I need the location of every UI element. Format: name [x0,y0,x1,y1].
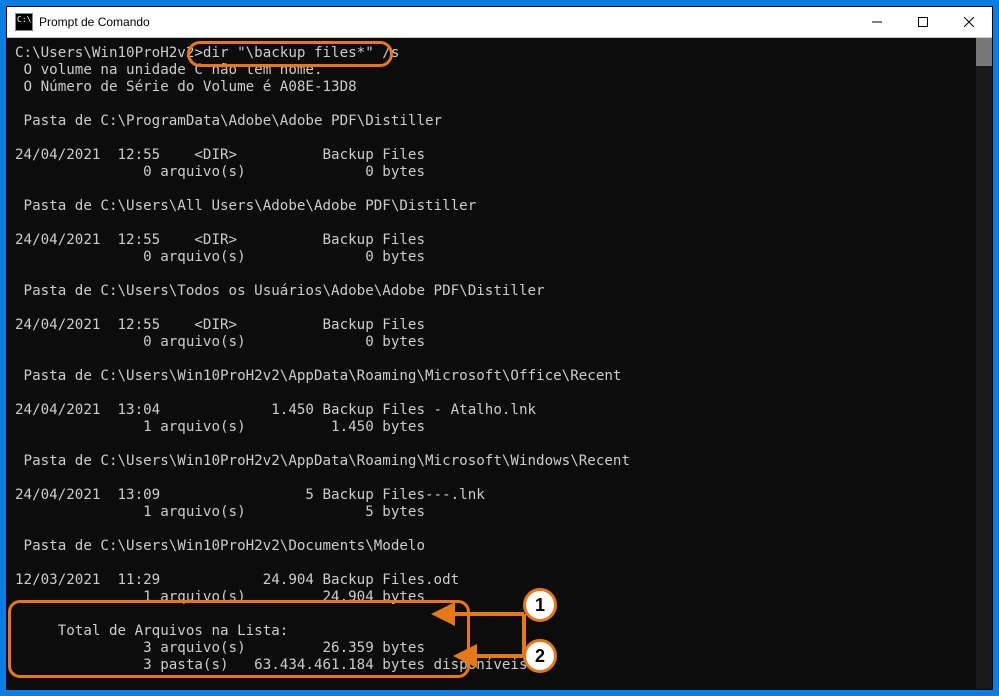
cmd-window: Prompt de Comando C:\Users\Win10ProH2v2>… [6,6,993,690]
line: Pasta de C:\Users\Win10ProH2v2\Documents… [15,538,425,554]
line: 0 arquivo(s) 0 bytes [15,164,425,180]
callout-2: 2 [523,639,557,673]
close-button[interactable] [946,7,992,37]
line: 24/04/2021 12:55 <DIR> Backup Files [15,147,425,163]
minimize-button[interactable] [854,7,900,37]
callout-1: 1 [523,588,557,622]
terminal-output: C:\Users\Win10ProH2v2>dir "\backup files… [15,45,976,689]
command-highlight-annotation [187,41,393,67]
result-highlight-annotation [8,600,470,678]
line: 12/03/2021 11:29 24.904 Backup Files.odt [15,572,459,588]
cmd-icon [15,13,33,31]
line: 24/04/2021 12:55 <DIR> Backup Files [15,317,425,333]
arrow-annotation-1 [439,614,529,678]
prompt: C:\Users\Win10ProH2v2> [15,45,203,61]
line: Pasta de C:\ProgramData\Adobe\Adobe PDF\… [15,113,442,129]
line: O Número de Série do Volume é A08E-13D8 [15,79,357,95]
line: 1 arquivo(s) 5 bytes [15,504,425,520]
maximize-button[interactable] [900,7,946,37]
line: 24/04/2021 12:55 <DIR> Backup Files [15,232,425,248]
line: Pasta de C:\Users\Win10ProH2v2\AppData\R… [15,368,621,384]
line: 24/04/2021 13:04 1.450 Backup Files - At… [15,402,536,418]
window-title: Prompt de Comando [39,15,150,29]
titlebar[interactable]: Prompt de Comando [7,7,992,38]
title-left: Prompt de Comando [7,13,150,31]
line: Pasta de C:\Users\Win10ProH2v2\AppData\R… [15,453,630,469]
line: Pasta de C:\Users\Todos os Usuários\Adob… [15,283,545,299]
callout-number: 1 [535,595,545,616]
line: 1 arquivo(s) 1.450 bytes [15,419,425,435]
line: Pasta de C:\Users\All Users\Adobe\Adobe … [15,198,476,214]
window-controls [854,7,992,37]
scroll-thumb[interactable] [976,38,992,66]
line: 0 arquivo(s) 0 bytes [15,334,425,350]
callout-number: 2 [535,646,545,667]
line: 0 arquivo(s) 0 bytes [15,249,425,265]
line: 24/04/2021 13:09 5 Backup Files---.lnk [15,487,485,503]
terminal-area[interactable]: C:\Users\Win10ProH2v2>dir "\backup files… [7,38,992,689]
scrollbar[interactable] [976,38,992,689]
